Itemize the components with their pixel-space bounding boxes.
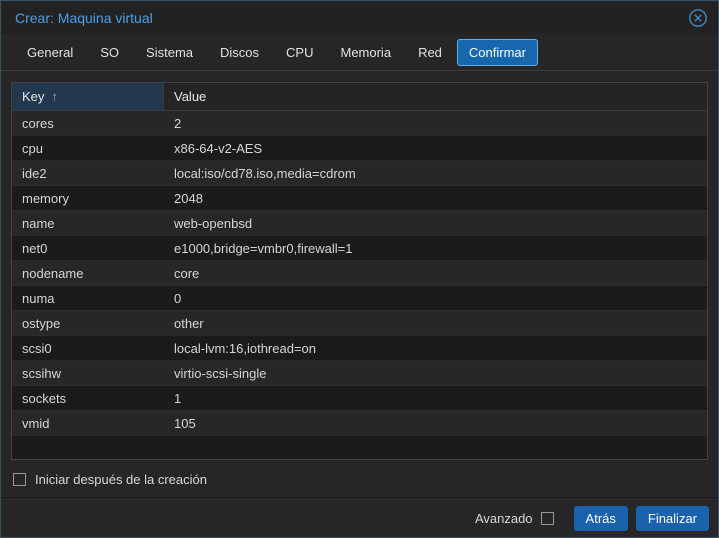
row-key: memory [22, 190, 69, 206]
tab-so[interactable]: SO [88, 39, 131, 66]
table-row-cores[interactable]: cores 2 [12, 111, 707, 136]
tab-confirmar[interactable]: Confirmar [456, 38, 538, 66]
row-key: numa [22, 290, 55, 306]
advanced-checkbox[interactable] [540, 511, 554, 525]
row-key: net0 [22, 240, 48, 256]
table-row-ide2[interactable]: ide2 local:iso/cd78.iso,media=cdrom [12, 161, 707, 186]
table-row-scsi0[interactable]: scsi0 local-lvm:16,iothread=on [12, 336, 707, 361]
settings-summary-grid: Key ↑ Value cores 2 cpu x86-64-v2-AES id… [11, 82, 708, 460]
row-value: 0 [174, 290, 182, 306]
row-value: 2048 [174, 190, 203, 206]
grid-body: cores 2 cpu x86-64-v2-AES ide2 local:iso… [12, 111, 707, 436]
row-value: other [174, 315, 204, 331]
row-value: 1 [174, 390, 182, 406]
wizard-tab-bar: General SO Sistema Discos CPU Memoria Re… [1, 34, 718, 71]
table-row-cpu[interactable]: cpu x86-64-v2-AES [12, 136, 707, 161]
table-row-ostype[interactable]: ostype other [12, 311, 707, 336]
row-value: virtio-scsi-single [174, 365, 267, 381]
grid-empty-space [12, 436, 707, 459]
row-key: name [22, 215, 55, 231]
dialog-footer: Avanzado Atrás Finalizar [1, 497, 718, 537]
advanced-label: Avanzado [474, 510, 533, 526]
table-row-net0[interactable]: net0 e1000,bridge=vmbr0,firewall=1 [12, 236, 707, 261]
back-button[interactable]: Atrás [573, 505, 628, 531]
table-row-numa[interactable]: numa 0 [12, 286, 707, 311]
row-key: vmid [22, 415, 50, 431]
confirm-panel: Key ↑ Value cores 2 cpu x86-64-v2-AES id… [1, 71, 718, 497]
table-row-name[interactable]: name web-openbsd [12, 211, 707, 236]
start-after-creation-row: Iniciar después de la creación [11, 462, 708, 497]
column-header-value-label: Value [174, 89, 207, 104]
row-value: x86-64-v2-AES [174, 140, 263, 156]
table-row-nodename[interactable]: nodename core [12, 261, 707, 286]
row-key: nodename [22, 265, 84, 281]
tab-sistema[interactable]: Sistema [134, 39, 205, 66]
finalize-button[interactable]: Finalizar [635, 505, 709, 531]
close-button[interactable] [687, 7, 709, 29]
create-vm-dialog: Crear: Maquina virtual General SO Sistem… [0, 0, 719, 538]
table-row-memory[interactable]: memory 2048 [12, 186, 707, 211]
row-key: ostype [22, 315, 61, 331]
row-value: core [174, 265, 200, 281]
row-value: local-lvm:16,iothread=on [174, 340, 316, 356]
row-key: scsi0 [22, 340, 52, 356]
row-key: cpu [22, 140, 43, 156]
grid-header: Key ↑ Value [12, 83, 707, 111]
table-row-sockets[interactable]: sockets 1 [12, 386, 707, 411]
start-after-creation-label: Iniciar después de la creación [35, 472, 207, 487]
tab-discos[interactable]: Discos [208, 39, 271, 66]
tab-general[interactable]: General [15, 39, 85, 66]
row-key: sockets [22, 390, 67, 406]
row-value: e1000,bridge=vmbr0,firewall=1 [174, 240, 353, 256]
column-header-value[interactable]: Value [164, 83, 707, 110]
sort-ascending-icon: ↑ [51, 89, 58, 104]
table-row-vmid[interactable]: vmid 105 [12, 411, 707, 436]
close-icon [689, 8, 707, 27]
row-value: local:iso/cd78.iso,media=cdrom [174, 165, 356, 181]
dialog-titlebar: Crear: Maquina virtual [1, 1, 718, 34]
column-header-key[interactable]: Key ↑ [12, 83, 164, 110]
column-header-key-label: Key [22, 89, 45, 104]
start-after-creation-checkbox[interactable] [13, 473, 26, 486]
dialog-title: Crear: Maquina virtual [15, 9, 153, 26]
row-value: 2 [174, 115, 182, 131]
row-value: 105 [174, 415, 196, 431]
row-key: cores [22, 115, 54, 131]
row-value: web-openbsd [174, 215, 253, 231]
tab-cpu[interactable]: CPU [274, 39, 325, 66]
row-key: ide2 [22, 165, 47, 181]
tab-red[interactable]: Red [406, 39, 454, 66]
table-row-scsihw[interactable]: scsihw virtio-scsi-single [12, 361, 707, 386]
row-key: scsihw [22, 365, 62, 381]
tab-memoria[interactable]: Memoria [328, 39, 403, 66]
